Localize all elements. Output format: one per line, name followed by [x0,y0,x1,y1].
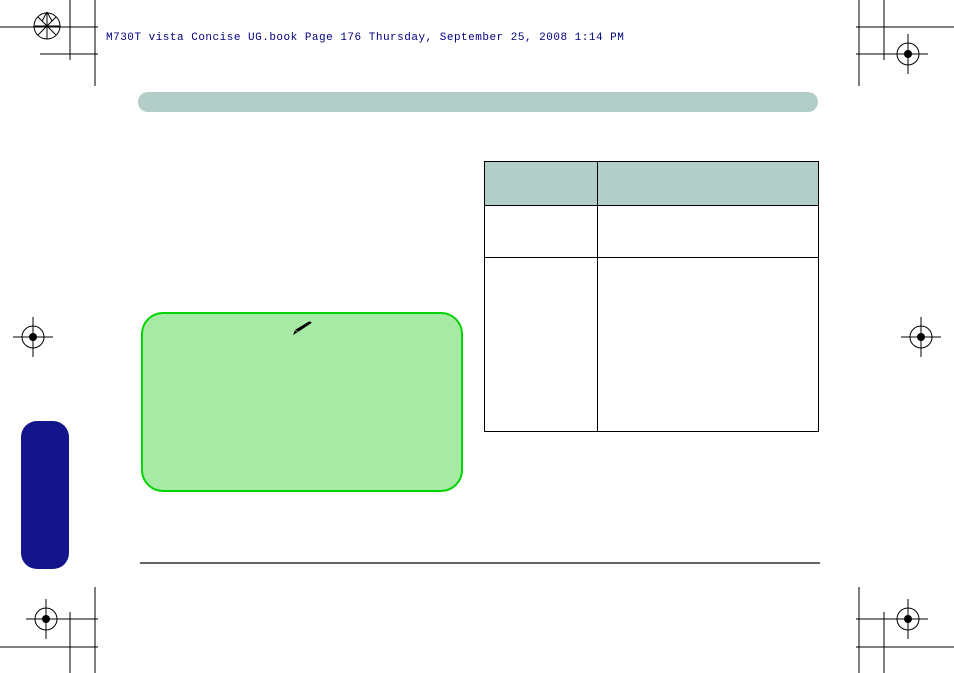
pen-icon [291,321,313,342]
table-header-2 [597,162,818,206]
cropmark-top-left [0,0,98,86]
section-title-bar [138,92,818,112]
page-metadata-header: M730T vista Concise UG.book Page 176 Thu… [106,32,624,44]
info-table [484,161,819,432]
cropmark-top-right [856,0,954,86]
footer-divider [140,562,820,564]
table-cell [597,206,818,258]
note-box [141,312,463,492]
cropmark-bottom-right [856,587,954,673]
cropmark-bottom-left [0,587,98,673]
table-header-1 [485,162,598,206]
table-row [485,206,819,258]
side-tab [21,421,69,569]
table-cell [485,206,598,258]
table-cell [485,258,598,432]
cropmark-mid-left [0,315,55,359]
cropmark-mid-right [899,315,954,359]
table-cell [597,258,818,432]
table-row [485,258,819,432]
